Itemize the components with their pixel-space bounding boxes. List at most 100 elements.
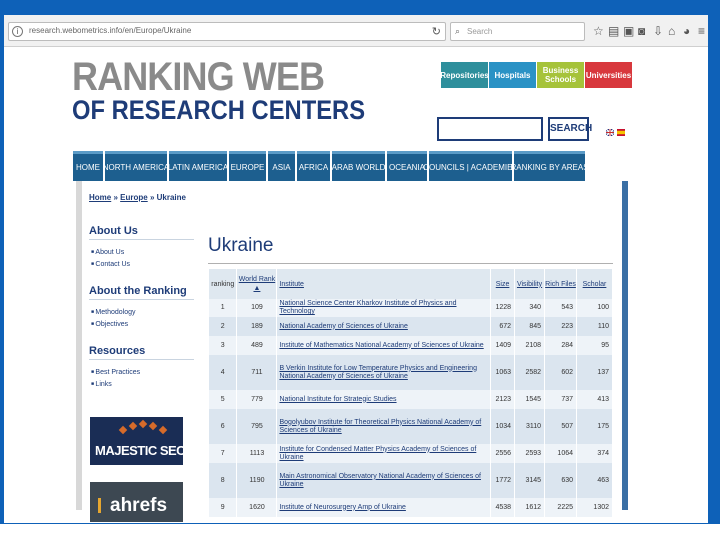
slide-bottom-bar: [0, 524, 720, 540]
cell-ranking: 7: [209, 444, 238, 463]
cell-institute-link[interactable]: B Verkin Institute for Low Temperature P…: [276, 355, 492, 390]
cell-world-rank: 1620: [236, 498, 278, 517]
url-text: research.webometrics.info/en/Europe/Ukra…: [29, 26, 192, 35]
browser-toolbar: i research.webometrics.info/en/Europe/Uk…: [4, 15, 708, 47]
cell-ranking: 2: [209, 317, 238, 336]
universities-button[interactable]: Universities: [585, 62, 632, 88]
cell-visibility: 3110: [514, 409, 546, 444]
nav-arab-world[interactable]: ARAB WORLD: [332, 151, 385, 181]
cell-size: 1034: [490, 409, 516, 444]
pocket-icon[interactable]: ◙: [638, 25, 645, 37]
reading-list-icon[interactable]: ▤: [608, 25, 619, 37]
business-schools-button[interactable]: Business Schools: [537, 62, 584, 88]
nav-asia[interactable]: ASIA: [268, 151, 295, 181]
cell-size: 4538: [490, 498, 516, 517]
sort-up-icon[interactable]: ▲: [253, 285, 260, 292]
ahrefs-banner[interactable]: ahrefs: [90, 482, 183, 522]
search-placeholder: Search: [467, 27, 493, 36]
cell-visibility: 2582: [514, 355, 546, 390]
nav-councils-academies[interactable]: COUNCILS | ACADEMIES: [423, 151, 518, 181]
cell-institute-link[interactable]: Main Astronomical Observatory National A…: [276, 463, 492, 498]
home-icon[interactable]: ⌂: [668, 25, 675, 37]
title-divider: [208, 263, 613, 264]
cell-visibility: 1612: [514, 498, 546, 517]
info-icon[interactable]: i: [12, 26, 23, 37]
cell-world-rank: 779: [236, 390, 278, 409]
cell-ranking: 6: [209, 409, 238, 444]
cell-world-rank: 795: [236, 409, 278, 444]
nav-oceania[interactable]: OCEANIA: [387, 151, 427, 181]
cell-scholar: 1302: [576, 498, 613, 517]
sidebar-link-contact-us[interactable]: Contact Us: [91, 261, 130, 268]
lock-icon[interactable]: ▣: [623, 25, 634, 37]
sidebar-link-best-practices[interactable]: Best Practices: [91, 369, 140, 376]
site-search-input[interactable]: [437, 117, 543, 141]
cell-institute-link[interactable]: National Academy of Sciences of Ukraine: [276, 317, 492, 336]
hospitals-button[interactable]: Hospitals: [489, 62, 536, 88]
cell-institute-link[interactable]: National Science Center Kharkov Institut…: [276, 299, 492, 317]
sidebar-heading-about-ranking: About the Ranking: [89, 285, 187, 297]
column-header-rich-files[interactable]: Rich Files: [544, 269, 577, 299]
table-row: 9 1620 Institute of Neurosurgery Amp of …: [209, 498, 613, 517]
table-row: 1 109 National Science Center Kharkov In…: [209, 299, 613, 317]
bookmark-star-icon[interactable]: ☆: [593, 25, 604, 37]
majestic-star-icon: [128, 421, 138, 431]
cell-world-rank: 711: [236, 355, 278, 390]
reload-icon[interactable]: ↻: [432, 25, 441, 38]
table-row: 6 795 Bogolyubov Institute for Theoretic…: [209, 409, 613, 444]
nav-africa[interactable]: AFRICA: [297, 151, 330, 181]
majestic-seo-banner[interactable]: MAJESTIC SEO: [90, 417, 186, 465]
sidebar-link-objectives[interactable]: Objectives: [91, 321, 128, 328]
cell-institute-link[interactable]: Institute for Condensed Matter Physics A…: [276, 444, 492, 463]
breadcrumb-europe[interactable]: Europe: [120, 193, 148, 202]
nav-europe[interactable]: EUROPE: [229, 151, 266, 181]
breadcrumb-home[interactable]: Home: [89, 193, 111, 202]
nav-home[interactable]: HOME: [73, 151, 103, 181]
chat-icon[interactable]: ◕: [683, 25, 690, 37]
column-header-scholar[interactable]: Scholar: [576, 269, 613, 299]
cell-visibility: 845: [514, 317, 546, 336]
cell-world-rank: 489: [236, 336, 278, 355]
majestic-seo-logo: MAJESTIC SEO: [95, 443, 186, 458]
cell-size: 672: [490, 317, 516, 336]
nav-north-america[interactable]: NORTH AMERICA: [103, 151, 169, 181]
spanish-flag-icon[interactable]: [617, 129, 625, 136]
cell-visibility: 2108: [514, 336, 546, 355]
table-row: 2 189 National Academy of Sciences of Uk…: [209, 317, 613, 336]
repositories-button[interactable]: Repositories: [440, 62, 489, 88]
cell-institute-link[interactable]: Institute of Neurosurgery Amp of Ukraine: [276, 498, 492, 517]
ranking-table: ranking World Rank ▲ Institute Size Visi…: [209, 269, 613, 517]
table-row: 5 779 National Institute for Strategic S…: [209, 390, 613, 409]
download-icon[interactable]: ⇩: [653, 25, 663, 37]
sidebar-link-methodology[interactable]: Methodology: [91, 309, 135, 316]
cell-rich-files: 223: [544, 317, 577, 336]
cell-rich-files: 737: [544, 390, 577, 409]
column-header-world-rank[interactable]: World Rank ▲: [236, 269, 278, 299]
menu-icon[interactable]: ≡: [698, 25, 705, 37]
cell-rich-files: 2225: [544, 498, 577, 517]
column-header-size[interactable]: Size: [490, 269, 516, 299]
majestic-star-icon: [118, 425, 128, 435]
cell-size: 2556: [490, 444, 516, 463]
column-header-visibility[interactable]: Visibility: [514, 269, 546, 299]
site-logo-line2[interactable]: OF RESEARCH CENTERS: [72, 96, 365, 124]
cell-institute-link[interactable]: Bogolyubov Institute for Theoretical Phy…: [276, 409, 492, 444]
majestic-star-icon: [158, 425, 168, 435]
address-bar[interactable]: i research.webometrics.info/en/Europe/Uk…: [8, 22, 446, 41]
nav-latin-america[interactable]: LATIN AMERICA: [168, 151, 228, 181]
cell-institute-link[interactable]: National Institute for Strategic Studies: [276, 390, 492, 409]
search-bar[interactable]: ⌕ Search: [450, 22, 585, 41]
cell-ranking: 4: [209, 355, 238, 390]
breadcrumb-separator: »: [113, 193, 118, 202]
sidebar-link-about-us[interactable]: About Us: [91, 249, 124, 256]
cell-institute-link[interactable]: Institute of Mathematics National Academ…: [276, 336, 492, 355]
sidebar-link-links[interactable]: Links: [91, 381, 111, 388]
site-logo-line1[interactable]: RANKING WEB: [72, 57, 325, 97]
nav-ranking-by-areas[interactable]: RANKING BY AREAS: [510, 151, 589, 181]
english-flag-icon[interactable]: [606, 129, 614, 136]
world-rank-label: World Rank: [238, 276, 276, 283]
search-icon: ⌕: [455, 26, 461, 36]
site-search-button[interactable]: SEARCH: [548, 117, 592, 141]
sidebar-divider: [89, 239, 194, 240]
column-header-institute[interactable]: Institute: [276, 269, 492, 299]
